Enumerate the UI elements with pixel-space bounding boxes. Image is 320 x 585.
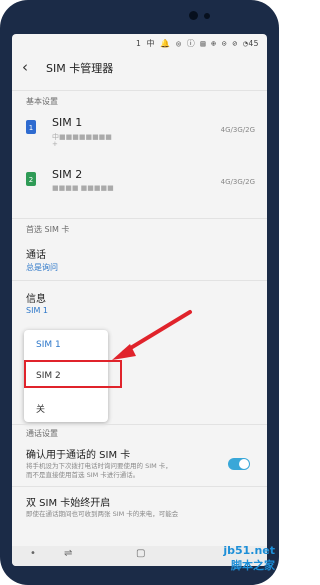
watermark-name: 脚本之家 bbox=[231, 559, 275, 572]
home-icon[interactable]: ▢ bbox=[136, 548, 145, 559]
confirm-sim-desc: 将手机设为下次拨打电话时询问要使用的 SIM 卡， bbox=[26, 462, 172, 470]
recent-apps-icon[interactable]: ⇌ bbox=[64, 548, 72, 559]
phone-frame: 1 中 🔔 ◎ ⓘ ▤ ⊕ ⊙ ⊘ ◔45 ‹ SIM 卡管理器 基本设置 1 … bbox=[0, 0, 279, 585]
sensor-icon bbox=[204, 13, 210, 19]
front-camera-icon bbox=[189, 11, 198, 20]
divider bbox=[12, 486, 267, 487]
divider bbox=[12, 424, 267, 425]
dot-icon: • bbox=[30, 548, 36, 559]
toggle-knob bbox=[239, 459, 249, 469]
watermark: jb51.net 脚本之家 bbox=[223, 544, 275, 573]
dual-sim-title[interactable]: 双 SIM 卡始终开启 bbox=[26, 494, 110, 509]
dual-sim-desc: 即使在通话期间也可收到两张 SIM 卡的来电，可能会 bbox=[26, 510, 179, 518]
confirm-sim-title[interactable]: 确认用于通话的 SIM 卡 bbox=[26, 446, 130, 461]
section-label-call: 通话设置 bbox=[26, 429, 58, 438]
watermark-url: jb51.net bbox=[223, 544, 275, 557]
screen: 1 中 🔔 ◎ ⓘ ▤ ⊕ ⊙ ⊘ ◔45 ‹ SIM 卡管理器 基本设置 1 … bbox=[12, 34, 267, 566]
confirm-sim-desc-2: 而不是直接使用首选 SIM 卡进行通话。 bbox=[26, 471, 140, 479]
confirm-sim-toggle[interactable] bbox=[228, 458, 250, 470]
